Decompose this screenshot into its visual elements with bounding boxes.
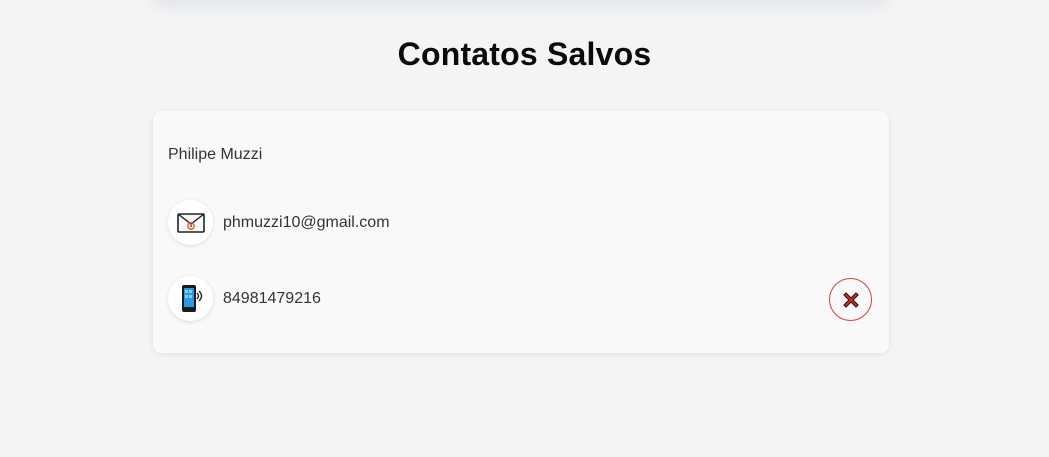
contact-card: Philipe Muzzi phmuzzi10@gmail.com 849814… bbox=[153, 111, 889, 353]
close-icon bbox=[842, 291, 859, 308]
contact-phone: 84981479216 bbox=[223, 289, 321, 307]
contact-phone-row: 84981479216 bbox=[168, 276, 321, 321]
page-title: Contatos Salvos bbox=[397, 36, 652, 72]
envelope-icon bbox=[168, 200, 213, 245]
contact-email: phmuzzi10@gmail.com bbox=[223, 213, 390, 231]
contact-email-row: phmuzzi10@gmail.com bbox=[168, 200, 390, 245]
delete-contact-button[interactable] bbox=[829, 278, 872, 321]
mobile-phone-icon bbox=[168, 276, 213, 321]
contact-name: Philipe Muzzi bbox=[168, 146, 263, 163]
